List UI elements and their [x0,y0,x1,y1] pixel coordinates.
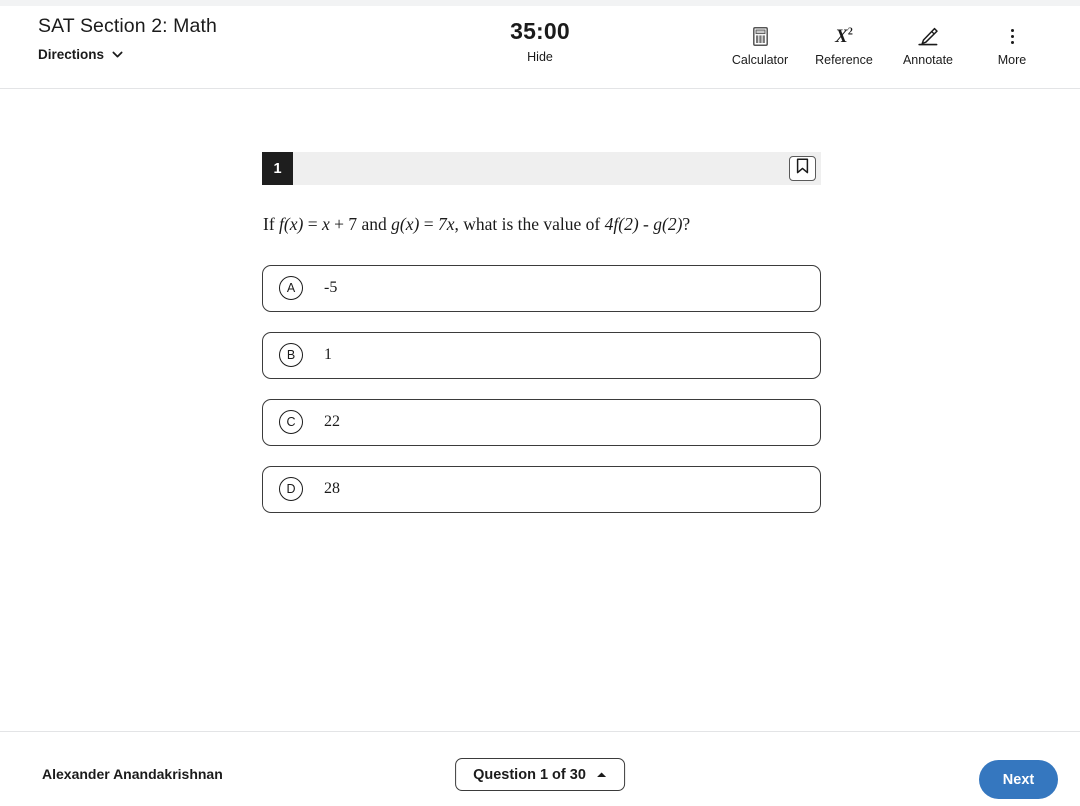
tool-annotate-label: Annotate [902,53,954,67]
prompt-part: If [263,214,280,234]
tool-more[interactable]: More [970,26,1054,67]
chevron-up-icon [596,766,607,784]
math-expression: 4f(2) - g(2) [604,214,683,234]
tool-more-label: More [997,53,1027,67]
math-fx: f(x) [279,214,304,234]
question-number-badge: 1 [262,152,293,185]
section-title: SAT Section 2: Math [38,15,217,37]
prompt-part: = [303,214,322,234]
choice-letter-d: D [279,477,303,502]
answer-choice-b[interactable]: B 1 [262,331,821,379]
tool-reference[interactable]: X2 Reference [802,26,886,67]
tool-bar: Calculator X2 Reference Annotate More [718,26,1054,67]
answer-choice-d[interactable]: D 28 [262,465,821,513]
next-button[interactable]: Next [979,760,1058,799]
prompt-part: ? [682,214,691,234]
math-7x: 7x [437,214,455,234]
header-left-group: SAT Section 2: Math Directions [38,15,217,62]
tool-reference-label: Reference [815,53,873,67]
question-panel: 1 If f(x) = x + 7 and g(x) = 7x, what is… [262,152,821,513]
calculator-icon [752,26,768,46]
choice-text-a: -5 [324,279,338,297]
tool-calculator-label: Calculator [731,53,789,67]
tool-annotate[interactable]: Annotate [886,26,970,67]
more-vertical-icon [1010,26,1014,46]
prompt-part: + 7 and [329,214,392,234]
app-footer: Alexander Anandakrishnan Question 1 of 3… [0,731,1080,806]
answer-choices: A -5 B 1 C 22 D 28 [262,264,821,513]
main-content: 1 If f(x) = x + 7 and g(x) = 7x, what is… [0,90,1080,731]
directions-button[interactable]: Directions [38,47,123,62]
choice-letter-c: C [279,410,303,435]
directions-label: Directions [38,47,105,62]
choice-text-c: 22 [324,413,340,431]
answer-choice-c[interactable]: C 22 [262,398,821,446]
math-gx: g(x) [391,214,420,234]
choice-text-b: 1 [324,346,332,364]
app-header: SAT Section 2: Math Directions 35:00 Hid… [0,6,1080,89]
bookmark-button[interactable] [789,156,816,181]
answer-choice-a[interactable]: A -5 [262,264,821,312]
choice-letter-b: B [279,343,303,368]
prompt-part: , what is the value of [454,214,605,234]
choice-text-d: 28 [324,480,340,498]
question-navigator-button[interactable]: Question 1 of 30 [455,758,625,791]
timer-hide-button[interactable]: Hide [527,50,553,64]
tool-calculator[interactable]: Calculator [718,26,802,67]
question-header-bar: 1 [262,152,821,185]
x-squared-icon: X2 [835,25,853,47]
question-prompt: If f(x) = x + 7 and g(x) = 7x, what is t… [262,213,821,237]
question-navigator-label: Question 1 of 30 [473,766,586,783]
choice-letter-a: A [279,276,303,301]
bookmark-icon [796,158,809,179]
math-x: x [321,214,330,234]
student-name: Alexander Anandakrishnan [42,766,223,782]
pencil-highlight-icon [917,26,939,46]
chevron-down-icon [112,49,123,60]
prompt-part: = [419,214,438,234]
